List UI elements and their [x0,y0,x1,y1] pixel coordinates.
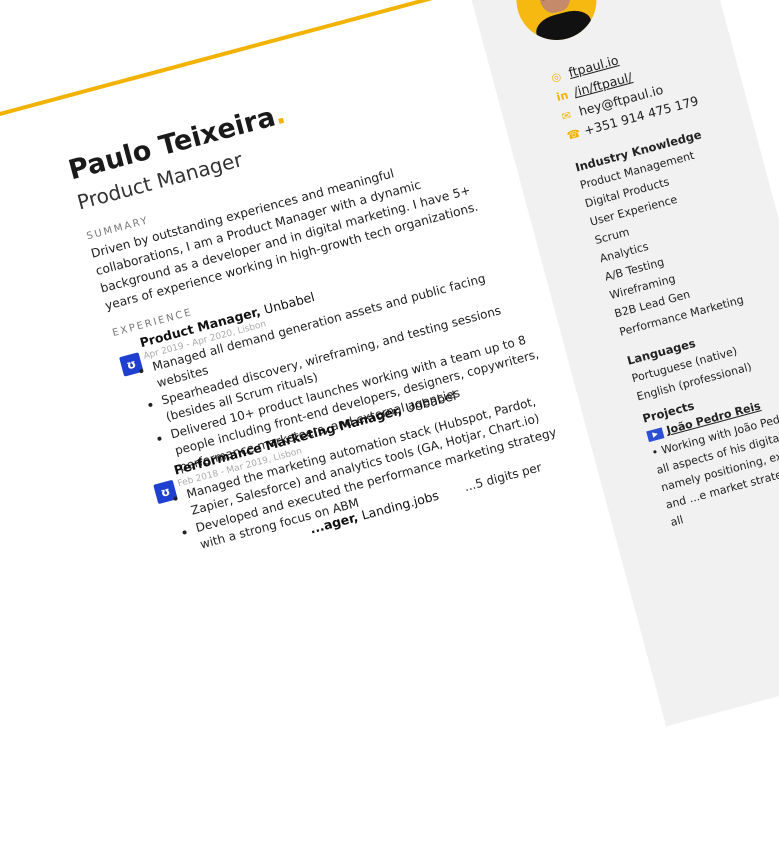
resume-page: Paulo Teixeira. Product Manager SUMMARY … [0,0,779,845]
play-icon: ▶ [646,426,665,442]
